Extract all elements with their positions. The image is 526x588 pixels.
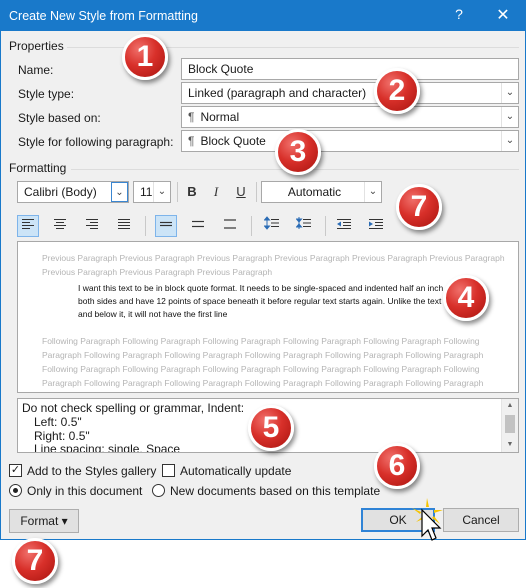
font-color-value: Automatic <box>287 185 342 199</box>
decrease-indent-button[interactable] <box>333 215 355 237</box>
following-dropdown[interactable]: ¶ Block Quote ⌄ <box>181 130 519 152</box>
decrease-paragraph-spacing-button[interactable] <box>293 215 315 237</box>
toolbar-separator <box>256 182 257 202</box>
following-label: Style for following paragraph: <box>18 135 174 149</box>
align-right-button[interactable] <box>81 215 103 237</box>
align-left-icon <box>22 219 34 229</box>
callout-badge: 2 <box>374 68 420 114</box>
align-center-button[interactable] <box>49 215 71 237</box>
pilcrow-icon: ¶ <box>188 134 195 148</box>
chevron-down-icon: ⌄ <box>501 131 518 151</box>
add-to-gallery-checkbox[interactable]: ✓ <box>9 464 22 477</box>
justify-button[interactable] <box>113 215 135 237</box>
radio-selected-dot <box>13 488 18 493</box>
help-button[interactable]: ? <box>448 6 470 26</box>
only-this-document-label: Only in this document <box>27 484 143 498</box>
following-value: Block Quote <box>200 134 266 148</box>
chevron-down-icon: ⌄ <box>364 182 381 202</box>
toolbar-separator <box>177 182 178 202</box>
chevron-down-icon: ⌄ <box>501 83 518 103</box>
toolbar-separator <box>325 216 326 236</box>
align-left-button[interactable] <box>17 215 39 237</box>
dialog-title: Create New Style from Formatting <box>9 9 198 23</box>
mouse-cursor-icon <box>412 498 443 541</box>
scroll-down-icon[interactable]: ▼ <box>502 438 518 452</box>
bold-button[interactable]: B <box>181 181 203 203</box>
auto-update-checkbox[interactable] <box>162 464 175 477</box>
callout-badge: 7 <box>396 184 442 230</box>
callout-badge: 3 <box>275 129 321 175</box>
auto-update-label: Automatically update <box>180 464 292 478</box>
title-bar: Create New Style from Formatting ? ✕ <box>1 1 525 31</box>
description-line: Do not check spelling or grammar, Indent… <box>22 401 245 415</box>
description-scrollbar[interactable]: ▲ ▼ <box>501 399 518 452</box>
description-line: Line spacing: single, Space <box>34 442 181 453</box>
formatting-group-label: Formatting <box>9 161 67 175</box>
callout-badge: 6 <box>374 443 420 489</box>
double-spacing-button[interactable] <box>219 215 241 237</box>
preview-previous-paragraph: Previous Paragraph Previous Paragraph Pr… <box>42 253 505 277</box>
justify-icon <box>118 219 130 229</box>
chevron-down-icon: ⌄ <box>111 182 128 202</box>
decrease-spacing-icon <box>295 217 311 229</box>
style-type-label: Style type: <box>18 87 75 101</box>
only-this-document-radio[interactable] <box>9 484 22 497</box>
font-value: Calibri (Body) <box>24 185 97 199</box>
increase-indent-icon <box>369 219 383 229</box>
description-line: Right: 0.5" <box>34 429 90 443</box>
pilcrow-icon: ¶ <box>188 110 195 124</box>
based-on-dropdown[interactable]: ¶ Normal ⌄ <box>181 106 519 128</box>
based-on-value: Normal <box>200 110 240 124</box>
cancel-button[interactable]: Cancel <box>443 508 519 532</box>
callout-badge: 1 <box>122 34 168 80</box>
chevron-down-icon: ⌄ <box>501 107 518 127</box>
one-half-spacing-icon <box>192 220 204 228</box>
style-type-value: Linked (paragraph and character) <box>188 86 367 100</box>
toolbar-separator <box>145 216 146 236</box>
single-spacing-icon <box>160 221 172 227</box>
callout-badge: 5 <box>248 405 294 451</box>
new-documents-label: New documents based on this template <box>170 484 381 498</box>
name-field[interactable]: Block Quote <box>181 58 519 80</box>
preview-sample-text: I want this text to be in block quote fo… <box>78 283 467 319</box>
close-button[interactable]: ✕ <box>491 5 515 27</box>
description-line: Left: 0.5" <box>34 415 82 429</box>
scroll-up-icon[interactable]: ▲ <box>502 399 518 413</box>
italic-button[interactable]: I <box>205 181 227 203</box>
format-menu-button[interactable]: Format ▾ <box>9 509 79 533</box>
font-size-value: 11 <box>140 185 153 199</box>
preview-pane: Previous Paragraph Previous Paragraph Pr… <box>17 241 519 393</box>
double-spacing-icon <box>224 219 236 229</box>
font-dropdown[interactable]: Calibri (Body) ⌄ <box>17 181 129 203</box>
font-color-dropdown[interactable]: Automatic ⌄ <box>261 181 382 203</box>
chevron-down-icon: ⌄ <box>153 182 170 202</box>
style-type-dropdown[interactable]: Linked (paragraph and character) ⌄ <box>181 82 519 104</box>
callout-badge: 7 <box>12 538 58 584</box>
align-center-icon <box>54 219 66 229</box>
properties-group-label: Properties <box>9 39 64 53</box>
preview-following-paragraph: Following Paragraph Following Paragraph … <box>42 336 484 388</box>
create-style-dialog: Create New Style from Formatting ? ✕ Pro… <box>0 0 526 540</box>
underline-button[interactable]: U <box>230 181 252 203</box>
increase-spacing-icon <box>263 216 279 230</box>
new-documents-radio[interactable] <box>152 484 165 497</box>
toolbar-separator <box>251 216 252 236</box>
one-half-spacing-button[interactable] <box>187 215 209 237</box>
scroll-thumb[interactable] <box>505 415 515 433</box>
decrease-indent-icon <box>337 219 351 229</box>
increase-indent-button[interactable] <box>365 215 387 237</box>
name-label: Name: <box>18 63 54 77</box>
font-size-dropdown[interactable]: 11 ⌄ <box>133 181 171 203</box>
align-right-icon <box>86 219 98 229</box>
based-on-label: Style based on: <box>18 111 101 125</box>
increase-paragraph-spacing-button[interactable] <box>261 215 283 237</box>
single-spacing-button[interactable] <box>155 215 177 237</box>
callout-badge: 4 <box>443 275 489 321</box>
add-to-gallery-label: Add to the Styles gallery <box>27 464 157 478</box>
